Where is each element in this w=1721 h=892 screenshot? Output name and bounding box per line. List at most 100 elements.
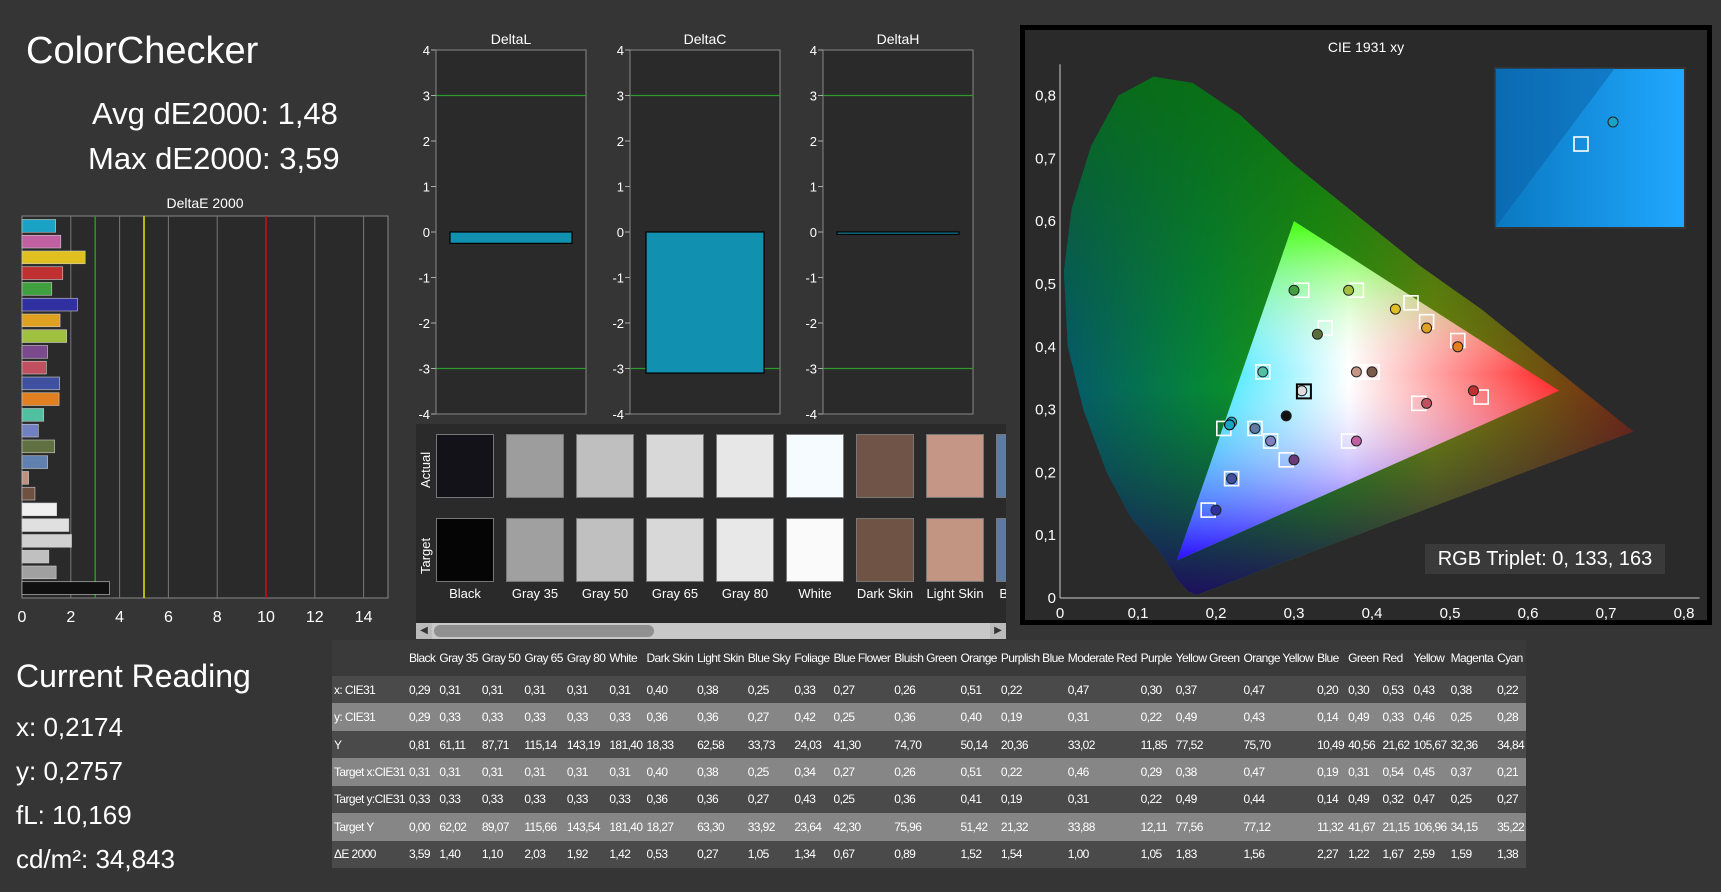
delta-tick-label: -1 bbox=[612, 271, 624, 286]
table-cell: 0,31 bbox=[479, 758, 523, 786]
delta-tick-label: -2 bbox=[418, 316, 430, 331]
delta-tick-label: -3 bbox=[805, 362, 817, 377]
table-cell: 42,30 bbox=[831, 813, 893, 841]
current-fl: fL: 10,169 bbox=[16, 800, 132, 830]
delta-lch-charts: DeltaL43210-1-2-3-4DeltaC43210-1-2-3-4De… bbox=[418, 31, 974, 422]
deltae-tick-label: 4 bbox=[115, 609, 124, 626]
delta-tick-label: 2 bbox=[423, 134, 430, 149]
delta-chart: DeltaH 4 3 2 1 0 -1 -2 -3 -4 bbox=[805, 31, 974, 422]
delta-tick-label: -1 bbox=[418, 271, 430, 286]
table-cell: 75,70 bbox=[1241, 730, 1316, 759]
swatch-label: Gray 65 bbox=[651, 586, 699, 601]
actual-swatch bbox=[436, 434, 494, 498]
table-cell: 11,32 bbox=[1315, 813, 1347, 841]
table-cell: 0,32 bbox=[1380, 785, 1412, 814]
table-cell: 0,42 bbox=[792, 703, 832, 731]
table-cell: Target y:CIE31 bbox=[332, 785, 407, 814]
table-cell: 2,59 bbox=[1411, 840, 1449, 868]
cie-y-tick: 0,4 bbox=[1035, 339, 1056, 356]
deltae-bar bbox=[21, 486, 36, 501]
deltae-bar bbox=[21, 408, 45, 422]
swatch-label: White bbox=[798, 586, 832, 601]
actual-swatch bbox=[926, 434, 984, 498]
table-cell: 1,56 bbox=[1241, 840, 1316, 868]
table-cell: 0,31 bbox=[406, 758, 438, 786]
table-cell: 105,67 bbox=[1411, 730, 1449, 759]
table-cell: 181,40 bbox=[607, 730, 645, 759]
deltae-bar bbox=[21, 565, 57, 580]
table-row: Y 0,81 61,11 87,71 115,14 143,19 181,40 18,33 62… bbox=[332, 730, 1527, 759]
table-header-cell: Blue bbox=[1315, 640, 1347, 676]
deltae-tick-label: 2 bbox=[66, 609, 75, 626]
table-cell: 3,59 bbox=[406, 840, 438, 868]
delta-bar bbox=[645, 231, 765, 374]
measured-point bbox=[1350, 435, 1362, 447]
table-cell: 115,14 bbox=[522, 730, 565, 759]
target-swatch bbox=[646, 518, 704, 582]
page-title: ColorChecker bbox=[26, 30, 259, 72]
deltae-chart-title: DeltaE 2000 bbox=[166, 195, 243, 211]
table-cell: 143,54 bbox=[564, 813, 608, 841]
table-cell: 0,51 bbox=[958, 758, 999, 786]
deltae-bar bbox=[21, 502, 57, 517]
table-cell: 0,43 bbox=[792, 785, 832, 814]
actual-swatch bbox=[786, 434, 844, 498]
deltae-bar bbox=[21, 471, 29, 485]
table-cell: 0,31 bbox=[607, 758, 645, 786]
table-header-cell: Gray 80 bbox=[564, 640, 608, 676]
table-cell: 0,33 bbox=[607, 703, 645, 731]
deltae-bar bbox=[21, 455, 48, 469]
table-header-cell: Gray 35 bbox=[437, 640, 480, 676]
table-cell: 1,34 bbox=[792, 840, 832, 868]
table-cell: 24,03 bbox=[792, 730, 832, 759]
table-cell: 1,92 bbox=[564, 840, 608, 868]
delta-chart-title: DeltaL bbox=[491, 31, 532, 47]
delta-tick-label: -2 bbox=[612, 316, 624, 331]
cie-x-tick: 0,4 bbox=[1362, 605, 1383, 620]
measured-point bbox=[1296, 385, 1308, 397]
measured-point bbox=[1389, 303, 1401, 315]
table-cell: 18,33 bbox=[644, 730, 696, 759]
table-header-cell: White bbox=[607, 640, 645, 676]
table-cell: 0,22 bbox=[1138, 703, 1174, 731]
table-cell: 0,00 bbox=[406, 813, 438, 841]
delta-tick-label: 3 bbox=[810, 89, 817, 104]
table-cell: 1,05 bbox=[1138, 840, 1174, 868]
table-cell: 0,49 bbox=[1346, 785, 1381, 814]
table-header-cell bbox=[332, 640, 407, 676]
delta-chart-title: DeltaH bbox=[877, 31, 920, 47]
table-cell: 0,19 bbox=[998, 785, 1066, 814]
current-y: y: 0,2757 bbox=[16, 756, 123, 786]
target-swatch bbox=[856, 518, 914, 582]
table-cell: 23,64 bbox=[792, 813, 832, 841]
scroll-left-button[interactable]: ◀ bbox=[416, 623, 432, 639]
deltae-bar bbox=[21, 250, 86, 265]
swatch-label: Dark Skin bbox=[856, 586, 914, 601]
table-cell: 18,27 bbox=[644, 813, 696, 841]
deltae-bar bbox=[21, 345, 48, 359]
scroll-right-button[interactable]: ▶ bbox=[990, 623, 1006, 639]
cie-y-tick: 0 bbox=[1048, 590, 1056, 607]
table-cell: 0,38 bbox=[695, 676, 746, 704]
table-cell: 77,12 bbox=[1241, 813, 1316, 841]
table-cell: 0,14 bbox=[1315, 703, 1347, 731]
delta-tick-label: 3 bbox=[423, 89, 430, 104]
cie-chart: CIE 1931 xy 0 0,1 0,2 0,3 0,4 0,5 0,6 0,7 0,8 0 0,… bbox=[1035, 39, 1700, 622]
deltae-bar bbox=[21, 376, 60, 391]
table-cell: 0,29 bbox=[1138, 758, 1174, 786]
swatch-label: Gray 50 bbox=[581, 586, 629, 601]
cie-chart-title: CIE 1931 xy bbox=[1328, 39, 1404, 55]
scroll-thumb[interactable] bbox=[434, 625, 654, 637]
table-cell: 0,22 bbox=[998, 676, 1066, 704]
table-cell: 1,59 bbox=[1448, 840, 1496, 868]
cie-x-tick: 0,3 bbox=[1284, 605, 1305, 620]
deltae-plot-area bbox=[21, 215, 389, 599]
table-cell: 41,30 bbox=[831, 730, 893, 759]
swatch-scrollbar[interactable]: ◀ ▶ bbox=[416, 623, 1006, 639]
table-header-cell: Moderate Red bbox=[1065, 640, 1139, 676]
table-cell: 0,22 bbox=[998, 758, 1066, 786]
current-cd: cd/m²: 34,843 bbox=[16, 844, 175, 874]
table-row: Target y:CIE31 0,33 0,33 0,33 0,33 0,33 0,33 0,… bbox=[332, 785, 1527, 814]
table-cell: 62,02 bbox=[437, 813, 480, 841]
table-cell: 0,30 bbox=[1346, 676, 1381, 704]
